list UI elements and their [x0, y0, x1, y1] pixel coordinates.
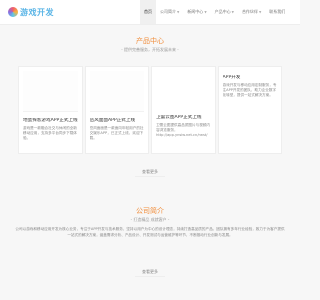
product-desc: 岳风面面是一款面向年轻用户的社交娱乐APP，已正式上线，欢迎下载。 — [89, 126, 144, 140]
product-desc: 卫蕾云图提供高品质图片与视频内容浏览服务，http://app.ynsiw.ne… — [156, 123, 210, 137]
product-title: 卫蕾云图APP正式上线 — [156, 115, 202, 120]
logo-text: 游戏开发 — [20, 7, 54, 17]
main-nav: 首页 公司简介 ▼ 新闻中心 ▼ 产品中心 ▼ 合作伙伴 ▼ 联系我们 — [140, 0, 289, 24]
chevron-down-icon: ▼ — [258, 10, 262, 14]
product-card[interactable]: APP开发 游戏开发与移动应用定制服务，专注APP开发的团队，助力企业数字化转型… — [217, 66, 282, 154]
product-image — [23, 71, 78, 112]
product-title: 岳风面面APP正式上线 — [89, 118, 136, 123]
product-image — [89, 71, 145, 112]
product-title: 地蛋探客游戏APP正式上线 — [23, 118, 78, 123]
chevron-down-icon: ▼ — [231, 10, 234, 14]
nav-item-news[interactable]: 新闻中心 ▼ — [183, 0, 210, 24]
site-header: 游戏开发 首页 公司简介 ▼ 新闻中心 ▼ 产品中心 ▼ 合作伙伴 ▼ 联系我们 — [0, 0, 300, 25]
product-cards: 地蛋探客游戏APP正式上线 游戏是一款融合社交与休闲的全新移动应用，支持多平台同… — [18, 66, 282, 154]
nav-item-products[interactable]: 产品中心 ▼ — [211, 0, 238, 24]
nav-item-partners[interactable]: 合作伙伴 ▼ — [238, 0, 265, 24]
product-desc: 游戏是一款融合社交与休闲的全新移动应用，支持多平台同步下载体验。 — [23, 126, 77, 140]
products-subtitle: - 提供完善服务，开拓发展未来 - — [121, 47, 179, 52]
product-card[interactable]: 卫蕾云图APP正式上线 卫蕾云图提供高品质图片与视频内容浏览服务，http://… — [151, 66, 216, 154]
nav-item-home[interactable]: 首页 — [140, 0, 156, 24]
nav-item-about[interactable]: 公司简介 ▼ — [156, 0, 183, 24]
chevron-down-icon: ▼ — [177, 10, 180, 14]
logo-icon — [8, 7, 18, 17]
product-title: APP开发 — [222, 75, 241, 80]
nav-item-contact[interactable]: 联系我们 — [265, 0, 289, 24]
about-subtitle: - 打造精品 成就客户 - — [130, 217, 170, 222]
about-title: 公司简介 — [136, 207, 164, 215]
product-card[interactable]: 岳风面面APP正式上线 岳风面面是一款面向年轻用户的社交娱乐APP，已正式上线，… — [84, 66, 150, 154]
product-desc: 游戏开发与移动应用定制服务，专注APP开发的团队，助力企业数字化转型，提供一站式… — [222, 83, 277, 97]
products-more-button[interactable]: 查看更多 — [135, 168, 165, 177]
product-card[interactable]: 地蛋探客游戏APP正式上线 游戏是一款融合社交与休闲的全新移动应用，支持多平台同… — [18, 66, 83, 154]
products-title: 产品中心 — [136, 37, 164, 45]
chevron-down-icon: ▼ — [204, 10, 207, 14]
about-text: 公司以游戏和移动应用开发为核心业务，专注于APP开发与技术服务，坚持以用户为中心… — [15, 227, 285, 237]
about-more-button[interactable]: 查看更多 — [135, 268, 165, 277]
site-logo[interactable]: 游戏开发 — [8, 6, 54, 18]
